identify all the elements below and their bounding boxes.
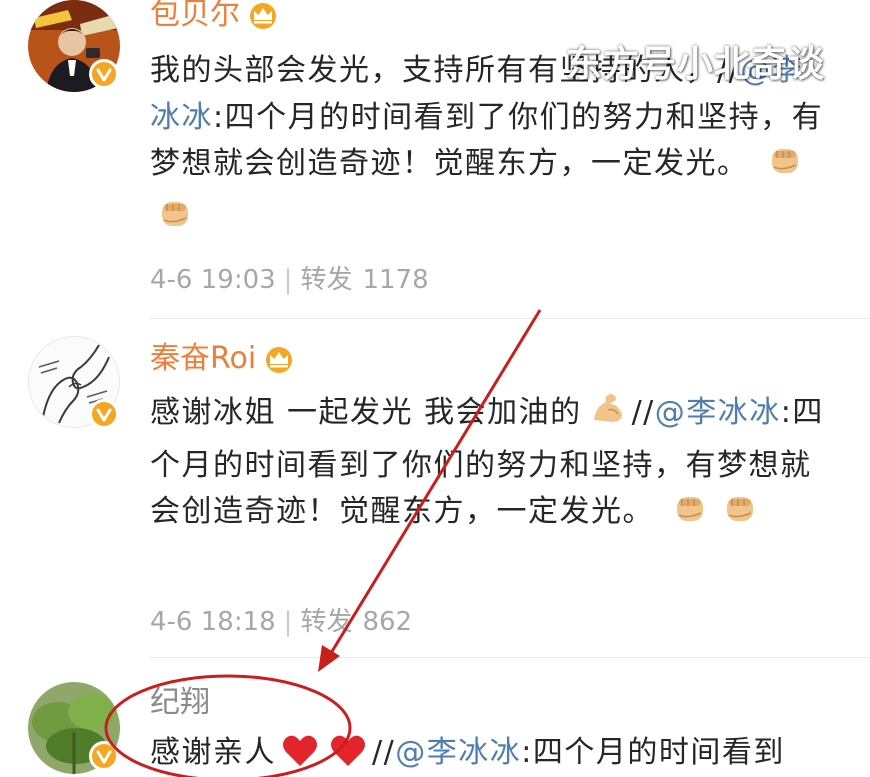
repost-count: 1178 <box>362 265 429 295</box>
post-text: :四个月的时间看到 <box>521 735 785 770</box>
post-content: 感谢冰姐 一起发光 我会加油的 //@李冰冰:四个月的时间看到了你们的努力和坚持… <box>150 390 830 542</box>
red-heart-emoji-icon <box>330 734 366 777</box>
watermark: 东方号小北奇谈 <box>566 44 826 85</box>
post-text: 感谢亲人 <box>150 735 276 770</box>
mention-link[interactable]: @李冰冰 <box>395 735 521 770</box>
divider <box>150 657 870 658</box>
repost-count: 862 <box>362 607 413 637</box>
separator-slashes: // <box>631 395 655 430</box>
username[interactable]: 纪翔 <box>150 684 210 722</box>
separator-slashes: // <box>372 735 396 770</box>
verified-badge-icon <box>89 741 119 771</box>
post-text: :四个月的时间看到了你们的努力和坚持，有梦想就会创造奇迹！觉醒东方，一定发光。 <box>150 99 824 182</box>
post-text: 感谢冰姐 一起发光 我会加油的 <box>150 395 582 430</box>
fist-emoji-icon <box>766 141 804 194</box>
verified-badge-icon <box>89 59 119 89</box>
flexed-biceps-emoji-icon <box>588 390 626 443</box>
mention-link[interactable]: @李冰冰 <box>655 395 781 430</box>
repost-label[interactable]: 转发 <box>300 606 352 638</box>
post-time: 4-6 18:18 <box>150 607 276 637</box>
post-meta: 4-6 18:18 | 转发 862 <box>150 606 412 638</box>
weibo-repost-feed: 包贝尔 我的头部会发光，支持所有有坚持的人，//@李冰冰:四个月的时间看到了你们… <box>0 0 870 777</box>
verified-badge-icon <box>89 399 119 429</box>
fist-emoji-icon <box>156 194 194 247</box>
username[interactable]: 秦奋Roi <box>150 340 256 378</box>
post-meta: 4-6 19:03 | 转发 1178 <box>150 264 429 296</box>
crown-icon <box>246 0 280 30</box>
repost-item[interactable]: 秦奋Roi 感谢冰姐 一起发光 我会加油的 //@李冰冰:四个月的时间看到了你们… <box>0 336 870 658</box>
divider <box>150 318 870 319</box>
fist-emoji-icon <box>671 489 709 542</box>
repost-item[interactable]: 纪翔 感谢亲人 //@李冰冰:四个月的时间看到 <box>0 680 870 777</box>
post-time: 4-6 19:03 <box>150 265 276 295</box>
username[interactable]: 包贝尔 <box>150 0 240 34</box>
red-heart-emoji-icon <box>282 734 318 777</box>
fist-emoji-icon <box>721 489 759 542</box>
meta-separator: | <box>283 265 293 295</box>
meta-separator: | <box>283 607 293 637</box>
repost-label[interactable]: 转发 <box>300 264 352 296</box>
post-content: 感谢亲人 //@李冰冰:四个月的时间看到 <box>150 730 830 777</box>
crown-icon <box>262 344 296 374</box>
